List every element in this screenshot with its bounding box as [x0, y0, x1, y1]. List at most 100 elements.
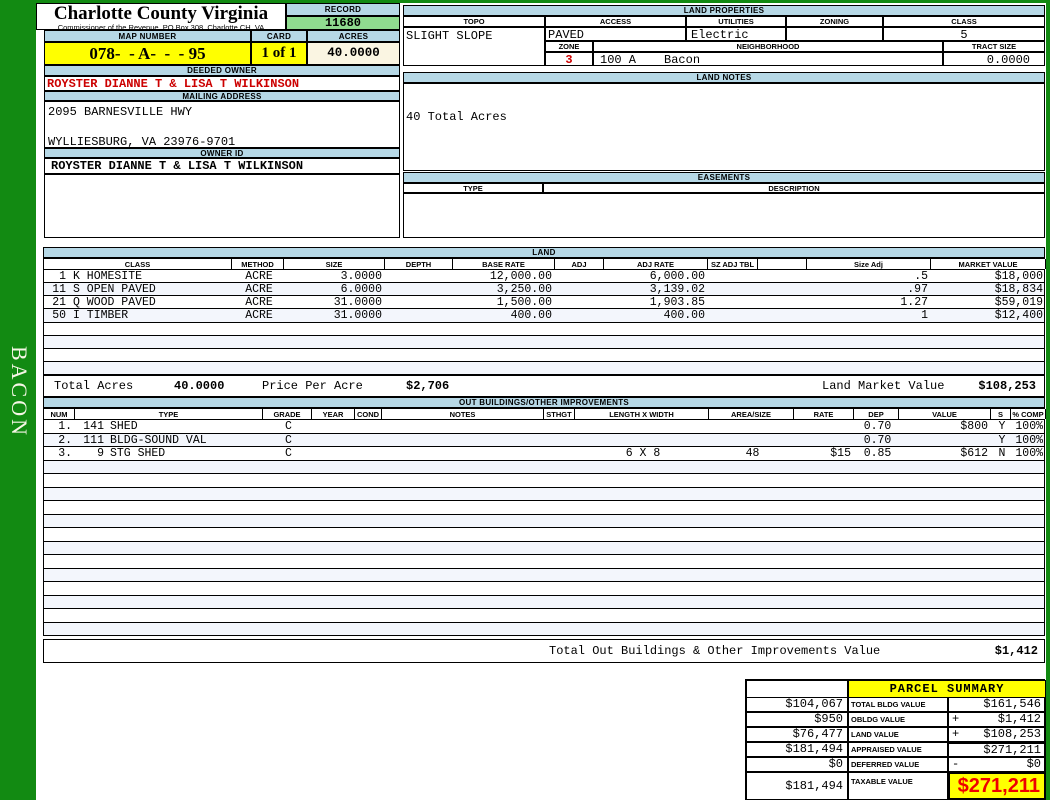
- address-line1: 2095 BARNESVILLE HWY: [48, 105, 193, 119]
- neighborhood-value: 100 A Bacon: [593, 52, 943, 66]
- land-notes-text: 40 Total Acres: [406, 110, 507, 124]
- easement-description-label: DESCRIPTION: [543, 183, 1045, 193]
- out-buildings-title: OUT BUILDINGS/OTHER IMPROVEMENTS: [43, 397, 1045, 408]
- obldg-value: + $1,412: [948, 712, 1046, 727]
- land-empty-row: [44, 335, 1044, 349]
- topo-value: SLIGHT SLOPE: [403, 27, 545, 66]
- total-acres-label: Total Acres: [54, 379, 134, 393]
- mailing-address-box: 2095 BARNESVILLE HWY WYLLIESBURG, VA 239…: [44, 101, 400, 149]
- county-name: Charlotte County Virginia: [53, 3, 269, 24]
- out-building-empty-row: [44, 582, 1044, 596]
- out-building-empty-row: [44, 514, 1044, 528]
- tract-size-value: 0.0000: [943, 52, 1045, 66]
- out-buildings-total-row: Total Out Buildings & Other Improvements…: [43, 639, 1045, 663]
- card-label: CARD: [251, 30, 307, 42]
- ob-col-s: S: [991, 409, 1011, 419]
- ob-col-type: TYPE: [75, 409, 263, 419]
- price-per-acre-label: Price Per Acre: [262, 379, 363, 393]
- out-buildings-total-label: Total Out Buildings & Other Improvements…: [549, 644, 881, 658]
- total-bldg-value: $161,546: [948, 697, 1046, 712]
- ob-col-sthgt: STHGT: [544, 409, 575, 419]
- ob-col-notes: NOTES: [382, 409, 544, 419]
- land-market-value-label: Land Market Value: [822, 379, 945, 393]
- county-title-box: Charlotte County Virginia Commissioner o…: [36, 3, 286, 32]
- out-building-empty-row: [44, 622, 1044, 636]
- record-label: RECORD: [286, 3, 400, 16]
- land-col-class: CLASS: [43, 259, 232, 269]
- out-building-empty-row: [44, 487, 1044, 501]
- summary-row: $76,477 LAND VALUE + $108,253: [746, 727, 1046, 742]
- land-notes-title: LAND NOTES: [403, 72, 1045, 83]
- map-number-value: 078- - A- - - 95: [44, 42, 251, 65]
- out-building-row: 1. 141 SHED C 0.70 $800 Y 100%: [44, 420, 1044, 434]
- ob-col-pct-comp: % COMP: [1011, 409, 1046, 419]
- out-building-empty-row: [44, 609, 1044, 623]
- out-building-empty-row: [44, 541, 1044, 555]
- parcel-summary: PARCEL SUMMARY $104,067 TOTAL BLDG VALUE…: [745, 679, 1046, 800]
- land-empty-row: [44, 361, 1044, 375]
- out-building-empty-row: [44, 474, 1044, 488]
- map-number-label: MAP NUMBER: [44, 30, 251, 42]
- summary-spare-cell: [746, 680, 848, 698]
- summary-row: $0 DEFERRED VALUE - $0: [746, 757, 1046, 772]
- neighborhood-label: NEIGHBORHOOD: [593, 41, 943, 52]
- out-building-row: 2. 111 BLDG-SOUND VAL C 0.70 Y 100%: [44, 433, 1044, 447]
- easement-type-label: TYPE: [403, 183, 543, 193]
- land-col-blank: [758, 259, 807, 269]
- out-building-empty-row: [44, 501, 1044, 515]
- deeded-owner-label: DEEDED OWNER: [44, 65, 400, 76]
- land-row: 1K HOMESITE ACRE 3.0000 12,000.00 6,000.…: [44, 270, 1044, 284]
- land-col-sz-adj-tbl: SZ ADJ TBL: [708, 259, 758, 269]
- out-building-empty-row: [44, 460, 1044, 474]
- zoning-label: ZONING: [786, 16, 883, 27]
- class-value: 5: [883, 27, 1045, 41]
- land-table-body: 1K HOMESITE ACRE 3.0000 12,000.00 6,000.…: [43, 270, 1045, 375]
- utilities-value: Electric: [686, 27, 786, 41]
- owner-spare-box: [44, 174, 400, 238]
- zoning-value: [786, 27, 883, 41]
- total-bldg-value-label: TOTAL BLDG VALUE: [848, 697, 948, 712]
- land-table-header: CLASS METHOD SIZE DEPTH BASE RATE ADJ AD…: [43, 258, 1046, 270]
- utilities-label: UTILITIES: [686, 16, 786, 27]
- easements-title: EASEMENTS: [403, 172, 1045, 183]
- acres-value: 40.0000: [307, 42, 400, 65]
- neighborhood-code: 100 A: [600, 53, 637, 66]
- appraised-value: $271,211: [948, 742, 1046, 757]
- ob-col-length-width: LENGTH X WIDTH: [575, 409, 709, 419]
- land-col-adj: ADJ: [555, 259, 604, 269]
- land-col-size: SIZE: [284, 259, 385, 269]
- summary-row: $950 OBLDG VALUE + $1,412: [746, 712, 1046, 727]
- land-value-label: LAND VALUE: [848, 727, 948, 742]
- zone-label: ZONE: [545, 41, 593, 52]
- land-totals-row: Total Acres 40.0000 Price Per Acre $2,70…: [43, 375, 1045, 397]
- record-value: 11680: [286, 16, 400, 30]
- ob-col-num: NUM: [43, 409, 75, 419]
- land-col-method: METHOD: [232, 259, 284, 269]
- ob-col-cond: COND: [355, 409, 382, 419]
- summary-row: $181,494 APPRAISED VALUE $271,211: [746, 742, 1046, 757]
- address-line2: WYLLIESBURG, VA 23976-9701: [48, 135, 236, 149]
- neighborhood-name: Bacon: [664, 53, 701, 66]
- topo-label: TOPO: [403, 16, 545, 27]
- land-col-base-rate: BASE RATE: [453, 259, 555, 269]
- ob-col-year: YEAR: [312, 409, 355, 419]
- land-row: 21 Q WOOD PAVED ACRE 31.0000 1,500.00 1,9…: [44, 296, 1044, 310]
- out-buildings-header: NUM TYPE GRADE YEAR COND NOTES STHGT LEN…: [43, 408, 1046, 420]
- out-building-empty-row: [44, 568, 1044, 582]
- ob-col-area-size: AREA/SIZE: [709, 409, 794, 419]
- obldg-value-label: OBLDG VALUE: [848, 712, 948, 727]
- property-record-card: BACON Charlotte County Virginia Commissi…: [0, 0, 1050, 800]
- access-value: PAVED: [545, 27, 686, 41]
- out-buildings-total-value: $1,412: [994, 644, 1038, 658]
- land-row: 11 S OPEN PAVED ACRE 6.0000 3,250.00 3,13…: [44, 283, 1044, 297]
- land-col-size-adj: Size Adj: [807, 259, 931, 269]
- appraised-value-label: APPRAISED VALUE: [848, 742, 948, 757]
- tract-size-label: TRACT SIZE: [943, 41, 1045, 52]
- deferred-value-label: DEFERRED VALUE: [848, 757, 948, 772]
- acres-label: ACRES: [307, 30, 400, 42]
- easements-box: [403, 193, 1045, 238]
- out-building-empty-row: [44, 555, 1044, 569]
- zone-value: 3: [545, 52, 593, 66]
- out-building-row: 3. 9 STG SHED C 6 X 8 48 $15 0.85 $612 N …: [44, 447, 1044, 461]
- deeded-owner-value: ROYSTER DIANNE T & LISA T WILKINSON: [44, 76, 400, 91]
